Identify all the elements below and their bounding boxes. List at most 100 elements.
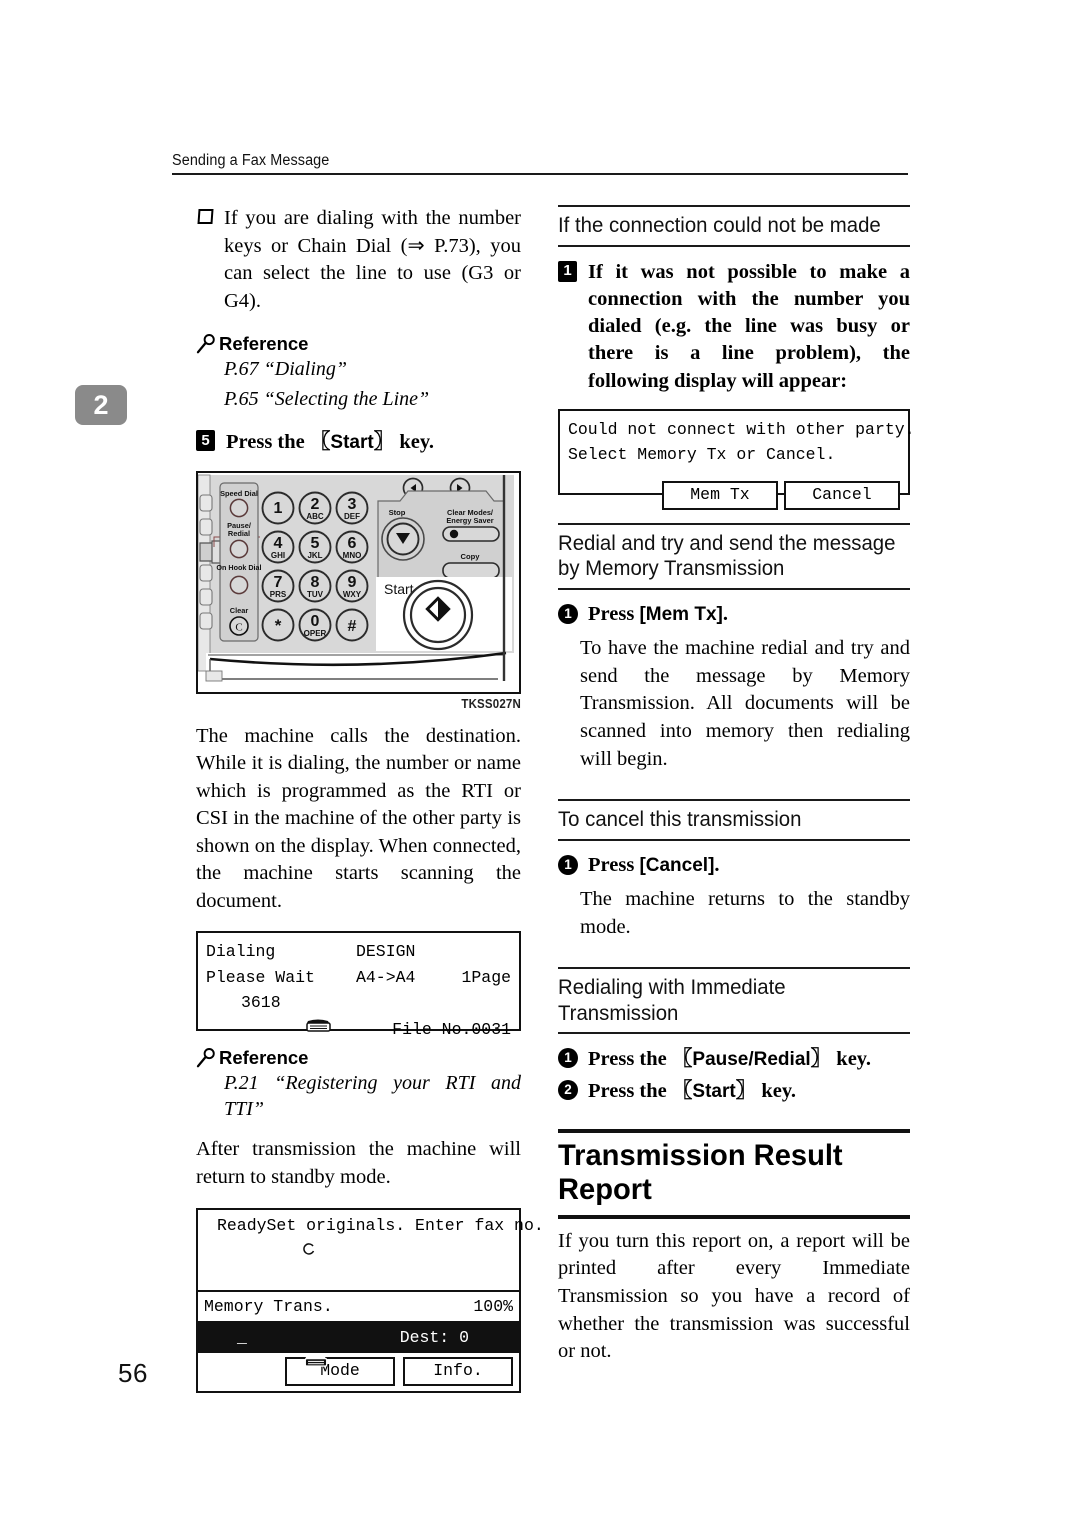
section-5-body: If you turn this report on, a report wil…: [558, 1229, 910, 1363]
lcd-ready-row2: Memory Trans. 100%: [198, 1292, 519, 1323]
big-rule-bottom: [558, 1214, 910, 1219]
reference-label-1: Reference: [219, 332, 309, 354]
magnifier-icon: [196, 333, 218, 354]
lcd-dialing-row2: Please Wait A4->A4 1Page: [206, 965, 511, 990]
lcd-ready-memory-pct: 100%: [473, 1296, 513, 1316]
section-rule-bottom: [558, 244, 910, 247]
svg-text:0: 0: [311, 613, 320, 630]
svg-text:#: #: [348, 618, 357, 635]
lcd-dialing-row3: 3618: [206, 990, 511, 1032]
reference-heading-1: Reference: [196, 333, 521, 354]
section-transmission-result-report: Transmission Result Report If you turn t…: [558, 1128, 910, 1366]
section-3-step-key: [Cancel]: [639, 854, 715, 876]
section-redial-memory-tx: Redial and try and send the message by M…: [558, 522, 910, 773]
section-4-step-1: 1 Press the 〖Pause/Redial〗 key.: [558, 1045, 910, 1073]
lcd-error-buttons: Mem Tx Cancel: [568, 481, 900, 510]
svg-text:GHI: GHI: [271, 551, 285, 560]
section-2-title: Redial and try and send the message by M…: [558, 531, 896, 581]
section-2-body: To have the machine redial and try and s…: [580, 637, 910, 770]
section-4-step-1-text-before: Press the: [588, 1048, 672, 1071]
section-4-step-2-key: Start: [692, 1080, 736, 1102]
lcd-ready-mode: Memory Trans.: [204, 1296, 333, 1316]
section-redial-immediate-tx: Redialing with Immediate Transmission 1 …: [558, 967, 910, 1105]
step-5-text-after: key.: [394, 431, 435, 454]
lcd-dialing-size: A4->A4: [356, 967, 416, 987]
svg-text:2: 2: [311, 496, 320, 513]
svg-text:5: 5: [311, 535, 320, 552]
section-rule-bottom: [558, 588, 910, 591]
reference-line-1b: P.65 “Selecting the Line”: [224, 388, 430, 411]
paragraph-machine-calls: The machine calls the destination. While…: [196, 724, 521, 912]
section-3-body: The machine returns to the standby mode.: [580, 888, 910, 938]
svg-text:*: *: [275, 616, 282, 635]
section-4-step-1-key: Pause/Redial: [692, 1049, 811, 1071]
section-4-step-1-badge: 1: [558, 1048, 578, 1069]
chapter-tab: 2: [75, 385, 127, 425]
section-5-title: Transmission Result Report: [558, 1138, 843, 1207]
svg-text:On Hook Dial: On Hook Dial: [216, 563, 261, 572]
svg-text:OPER: OPER: [304, 629, 327, 638]
figure-caption: TKSS027N: [461, 696, 521, 711]
section-4-step-2-text-before: Press the: [588, 1079, 672, 1102]
lcd-error-line2: Select Memory Tx or Cancel.: [568, 444, 836, 464]
section-connection-not-made: If the connection could not be made 1 If…: [558, 205, 915, 510]
header-title: Sending a Fax Message: [172, 152, 330, 169]
svg-text:ABC: ABC: [306, 512, 324, 521]
svg-text:JKL: JKL: [307, 551, 322, 560]
section-4-step-1-text-after: key.: [831, 1048, 872, 1071]
section-3-title: To cancel this transmission: [558, 808, 802, 832]
reference-line-2a: P.21 “Registering your RTI and TTI”: [224, 1072, 521, 1121]
lcd-ready-display: Ready Set originals. Enter fax no. Memor…: [196, 1207, 544, 1393]
paragraph-after-transmission: After transmission the machine will retu…: [196, 1138, 521, 1188]
section-4-step-2: 2 Press the 〖Start〗 key.: [558, 1077, 910, 1105]
lcd-dialing-display: Dialing DESIGN Please Wait A4->A4 1Page: [196, 931, 521, 1039]
chapter-tab-number: 2: [93, 389, 109, 420]
svg-text:4: 4: [274, 535, 283, 552]
reference-line-1a: P.67 “Dialing”: [224, 358, 347, 381]
section-3-step-text-after: .: [714, 853, 720, 876]
fax-machine-icon: [206, 990, 331, 1032]
section-3-step-1: 1 Press [Cancel].: [558, 852, 910, 879]
bullet-item-text: If you are dialing with the number keys …: [224, 207, 521, 312]
bullet-item-line-select: If you are dialing with the number keys …: [196, 205, 521, 315]
lcd-error-row1: Could not connect with other party.: [568, 417, 915, 442]
keypad-diagram-svg: Speed Dial Pause/ Redial On Hook Dial Cl…: [197, 472, 514, 687]
page-header: Sending a Fax Message: [172, 152, 908, 175]
svg-text:Copy: Copy: [461, 552, 481, 561]
svg-text:Energy Saver: Energy Saver: [446, 516, 493, 525]
lcd-error-row2: Select Memory Tx or Cancel.: [568, 442, 900, 467]
magnifier-icon: [196, 1047, 218, 1068]
right-column: If the connection could not be made 1 If…: [558, 205, 915, 1366]
section-4-step-2-text-after: key.: [756, 1079, 797, 1102]
lcd-info-button[interactable]: Info.: [403, 1356, 513, 1386]
step-5-key: Start: [330, 432, 374, 454]
section-2-step-key: [Mem Tx]: [639, 604, 723, 626]
lcd-ready-dest: Dest: 0: [399, 1327, 469, 1347]
svg-text:3: 3: [348, 496, 357, 513]
left-column: If you are dialing with the number keys …: [196, 205, 544, 1393]
svg-text:C: C: [235, 621, 242, 633]
lcd-dialing-status: Dialing: [206, 942, 276, 962]
square-bullet-icon: [197, 209, 214, 224]
step-5: 5 Press the 〖Start〗 key.: [196, 428, 521, 456]
header-rule: [172, 173, 908, 175]
section-1-step-badge: 1: [558, 260, 577, 282]
section-rule-bottom: [558, 838, 910, 841]
lcd-dialing-pages: 1Page: [461, 967, 511, 987]
svg-text:Start: Start: [384, 581, 414, 597]
lcd-mem-tx-button[interactable]: Mem Tx: [662, 481, 778, 510]
lcd-ready-message: Set originals. Enter fax no.: [266, 1215, 544, 1235]
lcd-dialing-destination: DESIGN: [356, 942, 416, 962]
lcd-ready-row3: _ Dest: 0: [198, 1322, 519, 1367]
svg-text:7: 7: [274, 574, 283, 591]
lcd-dialing-number: 3618: [241, 992, 281, 1012]
section-rule-bottom: [558, 1032, 910, 1035]
lcd-cancel-button[interactable]: Cancel: [784, 481, 900, 510]
fax-machine-icon: [204, 1325, 328, 1367]
section-1-step-text: If it was not possible to make a connect…: [588, 260, 910, 392]
section-2-step-1: 1 Press [Mem Tx].: [558, 601, 910, 628]
manual-page: Sending a Fax Message 2 56 If you are di…: [0, 0, 1080, 1525]
svg-text:DEF: DEF: [344, 512, 360, 521]
svg-text:MNO: MNO: [343, 551, 362, 560]
svg-text:Stop: Stop: [389, 508, 406, 517]
